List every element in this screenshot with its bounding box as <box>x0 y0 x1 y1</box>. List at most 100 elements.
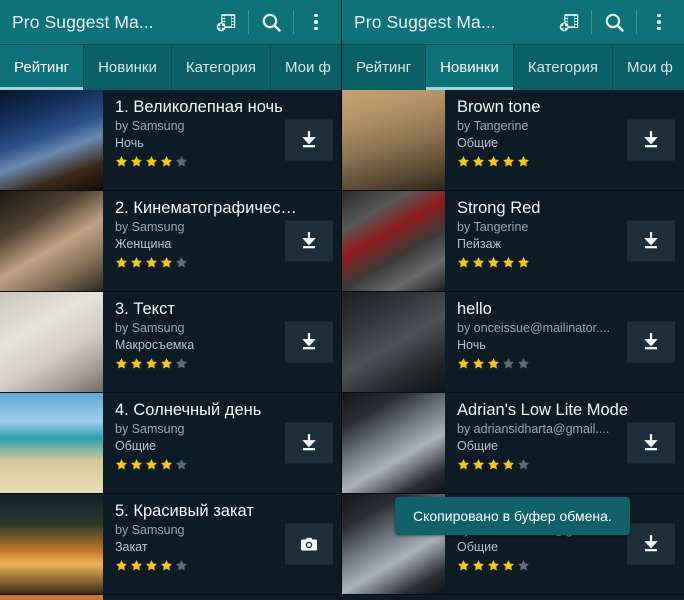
tab-label: Новинки <box>440 59 499 76</box>
tab-label: Мои ф <box>627 59 673 76</box>
tab-new[interactable]: Новинки <box>84 45 172 90</box>
item-author: by Samsung <box>115 320 305 337</box>
download-icon <box>298 230 320 252</box>
item-title: 5. Красивый закат <box>115 501 315 522</box>
toast-message: Скопировано в буфер обмена. <box>395 497 630 535</box>
download-button[interactable] <box>285 221 333 262</box>
tab-category[interactable]: Категория <box>172 45 271 90</box>
item-thumbnail <box>0 393 103 493</box>
item-title: 4. Солнечный день <box>115 400 315 421</box>
item-title: 3. Текст <box>115 299 315 320</box>
tab-label: Мои ф <box>285 59 331 76</box>
search-icon[interactable] <box>597 0 631 44</box>
tab-new[interactable]: Новинки <box>426 45 514 90</box>
download-button[interactable] <box>627 524 675 565</box>
item-thumbnail <box>0 90 103 190</box>
overflow-menu-icon[interactable] <box>299 0 333 44</box>
app-screen-panel-rating: Pro Suggest Ma... Рейтинг Новинки Категория… <box>0 0 342 600</box>
download-button[interactable] <box>285 120 333 161</box>
app-screen-panel-new: Pro Suggest Ma... Рейтинг Новинки Категория… <box>342 0 684 600</box>
list-item[interactable]: 2. Кинематографичес…by SamsungЖенщина <box>0 191 341 292</box>
item-author: by Samsung <box>115 118 305 135</box>
download-icon <box>640 331 662 353</box>
item-title: 2. Кинематографичес… <box>115 198 315 219</box>
tab-label: Рейтинг <box>356 59 411 76</box>
download-button[interactable] <box>627 221 675 262</box>
camera-button[interactable] <box>285 524 333 565</box>
thumbnail-image <box>342 90 445 190</box>
item-title: 1. Великолепная ночь <box>115 97 315 118</box>
thumbnail-image <box>0 292 103 392</box>
download-button[interactable] <box>285 322 333 363</box>
overflow-menu-icon[interactable] <box>642 0 676 44</box>
thumbnail-image <box>0 494 103 594</box>
tab-label: Рейтинг <box>14 59 69 76</box>
item-thumbnail <box>342 292 445 392</box>
list-item[interactable]: 1. Великолепная ночьby SamsungНочь <box>0 90 341 191</box>
app-title: Pro Suggest Ma... <box>354 12 552 33</box>
item-title: hello <box>457 299 657 320</box>
download-button[interactable] <box>285 423 333 464</box>
thumbnail-image <box>0 90 103 190</box>
list-item[interactable]: Brown toneby TangerineОбщие <box>342 90 684 191</box>
filter-list[interactable]: 1. Великолепная ночьby SamsungНочь2. Кин… <box>0 90 341 600</box>
download-icon <box>298 129 320 151</box>
toolbar-divider <box>248 10 249 34</box>
download-button[interactable] <box>627 423 675 464</box>
item-author: by Samsung <box>115 522 305 539</box>
download-icon <box>640 129 662 151</box>
item-title: Adrian's Low Lite Mode <box>457 400 657 421</box>
item-thumbnail <box>0 494 103 594</box>
item-title: Brown tone <box>457 97 657 118</box>
toolbar-divider <box>293 10 294 34</box>
thumbnail-image <box>0 595 103 600</box>
download-icon <box>640 533 662 555</box>
download-button[interactable] <box>627 322 675 363</box>
tab-label: Категория <box>528 59 598 76</box>
list-item[interactable]: 4. Солнечный деньby SamsungОбщие <box>0 393 341 494</box>
toolbar-divider <box>636 10 637 34</box>
list-item[interactable]: helloby onceissue@mailinator....Ночь <box>342 292 684 393</box>
list-item[interactable] <box>0 595 341 600</box>
tab-rating[interactable]: Рейтинг <box>0 45 84 90</box>
tab-label: Новинки <box>98 59 157 76</box>
search-icon[interactable] <box>254 0 288 44</box>
item-author: by Samsung <box>115 219 305 236</box>
item-thumbnail <box>0 191 103 291</box>
dual-screenshot-container: Pro Suggest Ma... Рейтинг Новинки Категория… <box>0 0 684 600</box>
item-author: by Tangerine <box>457 219 647 236</box>
thumbnail-image <box>342 393 445 493</box>
thumbnail-image <box>342 191 445 291</box>
item-thumbnail <box>342 393 445 493</box>
overflow-dots <box>314 14 318 31</box>
list-item[interactable]: 5. Красивый закатby SamsungЗакат <box>0 494 341 595</box>
tab-category[interactable]: Категория <box>514 45 613 90</box>
tab-my-filters[interactable]: Мои ф <box>613 45 684 90</box>
download-icon <box>298 331 320 353</box>
download-icon <box>640 230 662 252</box>
thumbnail-image <box>342 292 445 392</box>
add-filmstrip-icon[interactable] <box>552 0 586 44</box>
item-thumbnail <box>342 90 445 190</box>
toolbar-divider <box>591 10 592 34</box>
action-bar: Pro Suggest Ma... <box>342 0 684 44</box>
item-author: by Tangerine <box>457 118 647 135</box>
tab-label: Категория <box>186 59 256 76</box>
tab-my-filters[interactable]: Мои ф <box>271 45 342 90</box>
download-button[interactable] <box>627 120 675 161</box>
camera-icon <box>298 534 320 554</box>
item-thumbnail <box>0 292 103 392</box>
add-filmstrip-icon[interactable] <box>209 0 243 44</box>
action-bar: Pro Suggest Ma... <box>0 0 341 44</box>
thumbnail-image <box>0 191 103 291</box>
app-title: Pro Suggest Ma... <box>12 12 209 33</box>
download-icon <box>298 432 320 454</box>
item-author: by adriansidharta@gmail.... <box>457 421 647 438</box>
item-thumbnail <box>342 191 445 291</box>
tab-bar: Рейтинг Новинки Категория Мои ф <box>0 44 341 90</box>
overflow-dots <box>657 14 661 31</box>
list-item[interactable]: 3. Текстby SamsungМакросъемка <box>0 292 341 393</box>
list-item[interactable]: Adrian's Low Lite Modeby adriansidharta@… <box>342 393 684 494</box>
list-item[interactable]: Strong Redby TangerineПейзаж <box>342 191 684 292</box>
tab-rating[interactable]: Рейтинг <box>342 45 426 90</box>
